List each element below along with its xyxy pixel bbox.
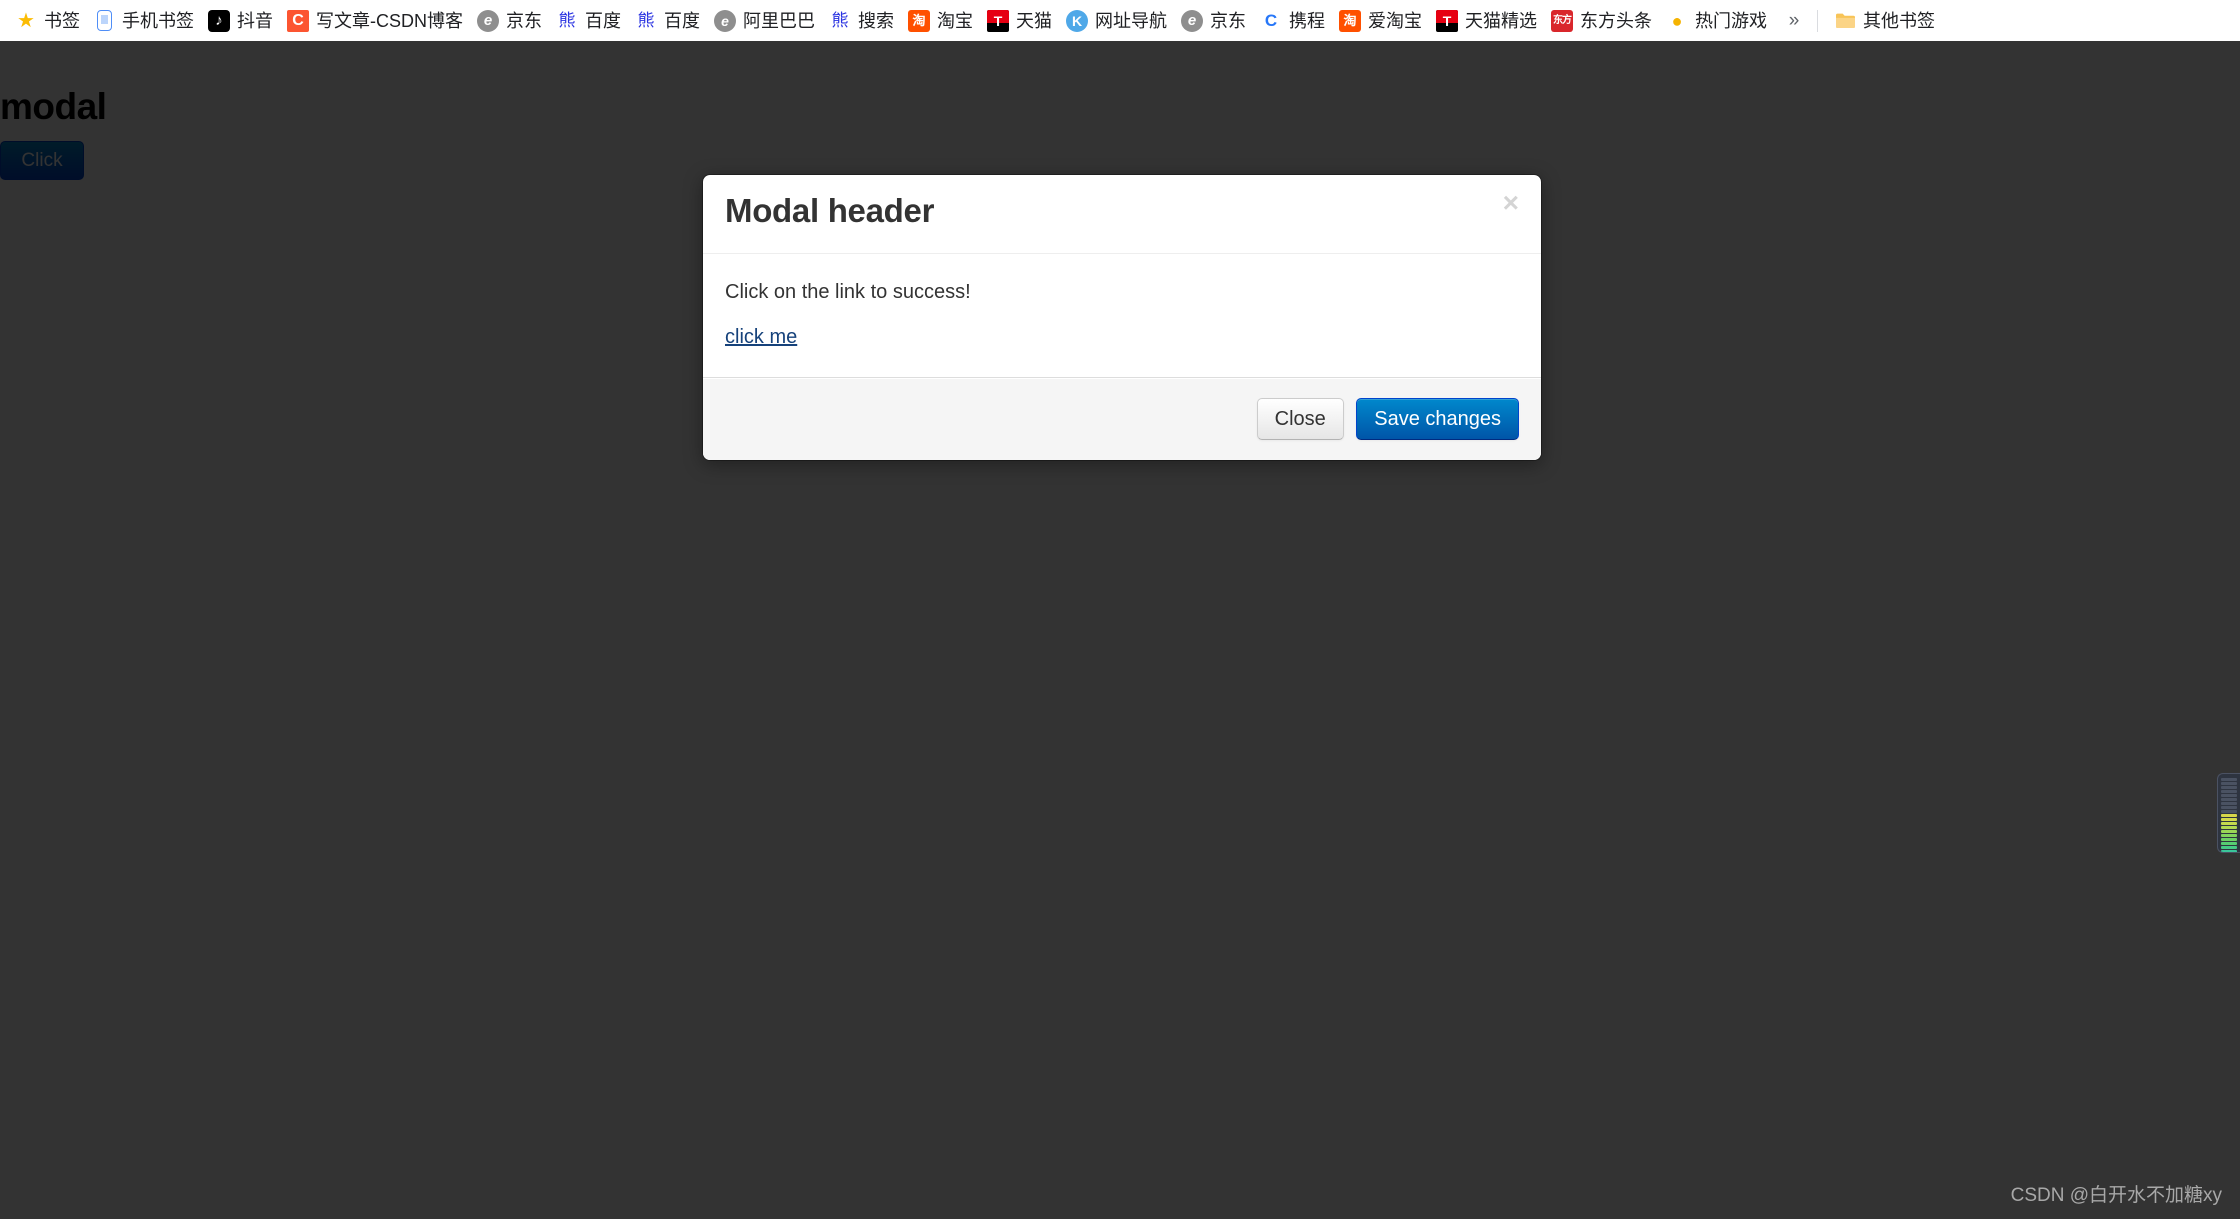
bookmark-label: 热门游戏 <box>1695 10 1767 31</box>
bookmark-item[interactable]: ● 热门游戏 <box>1659 6 1774 36</box>
level-segment <box>2221 802 2237 805</box>
bookmark-label: 天猫 <box>1016 10 1052 31</box>
bookmark-label: 爱淘宝 <box>1368 10 1422 31</box>
level-segment <box>2221 818 2237 821</box>
bookmark-item[interactable]: 熊百度 <box>628 6 707 36</box>
baidu-icon: 熊 <box>637 11 655 30</box>
save-changes-button[interactable]: Save changes <box>1356 397 1519 440</box>
modal-footer: Close Save changes <box>703 376 1541 460</box>
jingdong-icon: e <box>1181 9 1203 32</box>
modal-title: Modal header <box>725 192 935 229</box>
level-meter-widget[interactable] <box>2217 773 2240 853</box>
star-icon: ★ <box>17 9 35 32</box>
modal-body: Click on the link to success! click me <box>703 254 1541 377</box>
close-button[interactable]: Close <box>1256 397 1344 440</box>
bookmark-label: 东方头条 <box>1580 10 1652 31</box>
bookmark-item[interactable]: T 天猫精选 <box>1429 6 1544 36</box>
level-segment <box>2221 794 2237 797</box>
bookmark-label: 淘宝 <box>937 10 973 31</box>
modal-header: Modal header × <box>703 175 1541 254</box>
level-segment <box>2221 782 2237 785</box>
bookmark-label: 天猫精选 <box>1465 10 1537 31</box>
bookmark-label: 书签 <box>44 10 80 31</box>
level-segment <box>2221 822 2237 825</box>
level-segment <box>2221 850 2237 852</box>
level-segment <box>2221 846 2237 849</box>
level-segment <box>2221 778 2237 781</box>
game-icon: ● <box>1671 10 1683 31</box>
bookmarks-separator <box>1817 9 1818 32</box>
bookmark-item[interactable]: 熊百度 <box>549 6 628 36</box>
bookmark-item[interactable]: 东方 东方头条 <box>1544 6 1659 36</box>
other-bookmarks-label: 其他书签 <box>1863 10 1935 31</box>
bookmark-label: 写文章-CSDN博客 <box>316 10 463 31</box>
bookmark-label: 抖音 <box>237 10 273 31</box>
bookmark-label: 网址导航 <box>1095 10 1167 31</box>
bookmark-item[interactable]: e 阿里巴巴 <box>707 6 822 36</box>
bookmark-label: 手机书签 <box>122 10 194 31</box>
tmall-icon: T <box>987 9 1009 32</box>
hao123-icon: K <box>1066 9 1088 32</box>
bookmark-item[interactable]: 手机书签 <box>87 6 201 36</box>
level-segment <box>2221 830 2237 833</box>
level-segment <box>2221 842 2237 845</box>
bookmark-item[interactable]: ★ 书签 <box>8 6 87 36</box>
level-segment <box>2221 838 2237 841</box>
bookmark-item[interactable]: 淘爱淘宝 <box>1332 6 1429 36</box>
level-segment <box>2221 834 2237 837</box>
bookmarks-overflow-button[interactable]: » <box>1780 7 1808 35</box>
bookmark-label: 京东 <box>1210 10 1246 31</box>
click-me-link[interactable]: click me <box>725 326 797 348</box>
baidu-icon: 熊 <box>558 11 576 30</box>
ctrip-icon: C <box>1260 9 1282 32</box>
bookmark-label: 京东 <box>506 10 542 31</box>
taobao-icon: 淘 <box>908 9 930 32</box>
bookmark-item[interactable]: T 天猫 <box>980 6 1059 36</box>
bookmark-label: 百度 <box>585 10 621 31</box>
bookmark-item[interactable]: K 网址导航 <box>1059 6 1174 36</box>
bookmark-item[interactable]: C 携程 <box>1253 6 1332 36</box>
other-bookmarks-button[interactable]: 其他书签 <box>1827 6 1942 36</box>
csdn-icon: C <box>287 9 309 32</box>
level-segment <box>2221 798 2237 801</box>
toutiao-icon: 东方 <box>1551 9 1573 32</box>
bookmark-label: 百度 <box>664 10 700 31</box>
douyin-icon: ♪ <box>208 9 230 32</box>
bookmark-item[interactable]: ♪ 抖音 <box>201 6 280 36</box>
bookmark-item[interactable]: e 京东 <box>1174 6 1253 36</box>
tmall-icon: T <box>1436 9 1458 32</box>
watermark: CSDN @白开水不加糖xy <box>2010 1185 2222 1206</box>
folder-icon <box>1834 10 1856 32</box>
bookmark-item[interactable]: 淘淘宝 <box>901 6 980 36</box>
level-segment <box>2221 790 2237 793</box>
baidu-search-icon: 熊 <box>831 11 849 30</box>
bookmark-label: 搜索 <box>858 10 894 31</box>
bookmark-label: 阿里巴巴 <box>743 10 815 31</box>
jingdong-icon: e <box>477 9 499 32</box>
modal-body-text: Click on the link to success! <box>725 280 971 303</box>
bookmark-item[interactable]: 熊搜索 <box>822 6 901 36</box>
close-icon[interactable]: × <box>1503 189 1519 217</box>
modal-dialog: Modal header × Click on the link to succ… <box>702 174 1542 461</box>
level-segment <box>2221 806 2237 809</box>
bookmarks-bar: ★ 书签 手机书签 ♪ 抖音 C 写文章-CSDN博客 e 京东熊百度熊百度 e 阿里巴巴熊搜索淘淘… <box>0 0 2240 41</box>
level-segment <box>2221 786 2237 789</box>
bookmark-item[interactable]: C 写文章-CSDN博客 <box>280 6 470 36</box>
bookmark-item[interactable]: e 京东 <box>470 6 549 36</box>
taobao-icon: 淘 <box>1339 9 1361 32</box>
bookmark-label: 携程 <box>1289 10 1325 31</box>
level-segment <box>2221 826 2237 829</box>
phone-icon <box>97 10 112 31</box>
level-segment <box>2221 810 2237 813</box>
level-segment <box>2221 814 2237 817</box>
alibaba-icon: e <box>714 9 736 32</box>
